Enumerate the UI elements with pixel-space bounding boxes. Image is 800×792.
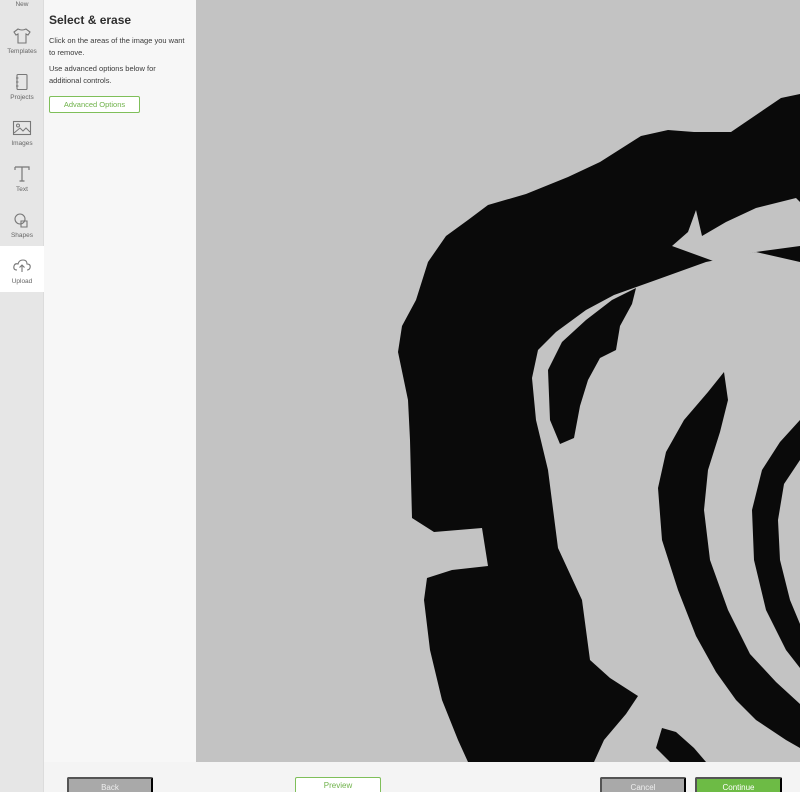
bottom-action-bar: Back Preview Cancel Continue xyxy=(44,762,800,792)
notebook-icon xyxy=(12,72,32,92)
rail-item-upload[interactable]: Upload xyxy=(0,246,44,292)
rail-label-text: Text xyxy=(16,186,28,193)
panel-instructions: Click on the areas of the image you want… xyxy=(49,36,185,57)
rail-item-projects[interactable]: Projects xyxy=(0,68,44,114)
panel-title: Select & erase xyxy=(49,13,132,27)
text-icon xyxy=(12,164,32,184)
cancel-button[interactable]: Cancel xyxy=(600,777,686,792)
rail-label-projects: Projects xyxy=(10,94,34,101)
advanced-options-button[interactable]: Advanced Options xyxy=(49,96,140,113)
rail-label-shapes: Shapes xyxy=(10,232,34,239)
tool-rail: New Templates Projects Images Text Shape… xyxy=(0,0,44,792)
back-button[interactable]: Back xyxy=(67,777,153,792)
rail-label-upload: Upload xyxy=(11,278,33,285)
rail-item-templates[interactable]: Templates xyxy=(0,22,44,68)
preview-button[interactable]: Preview xyxy=(295,777,381,792)
rail-item-images[interactable]: Images xyxy=(0,114,44,160)
rail-item-text[interactable]: Text xyxy=(0,160,44,206)
rail-item-new[interactable]: New xyxy=(0,0,44,8)
image-canvas[interactable] xyxy=(196,0,800,762)
uploaded-image[interactable] xyxy=(196,0,800,762)
rail-label-images: Images xyxy=(11,140,33,147)
image-shape-arc-right xyxy=(752,420,800,668)
select-erase-panel: Select & erase Click on the areas of the… xyxy=(44,0,196,762)
continue-button[interactable]: Continue xyxy=(695,777,782,792)
tshirt-icon xyxy=(12,26,32,46)
image-icon xyxy=(12,118,32,138)
panel-advanced-hint: Use advanced options below for additiona… xyxy=(49,64,156,85)
shapes-icon xyxy=(12,210,32,230)
cloud-upload-icon xyxy=(12,256,32,276)
image-shape-sliver xyxy=(656,728,706,762)
rail-label-templates: Templates xyxy=(7,48,37,55)
